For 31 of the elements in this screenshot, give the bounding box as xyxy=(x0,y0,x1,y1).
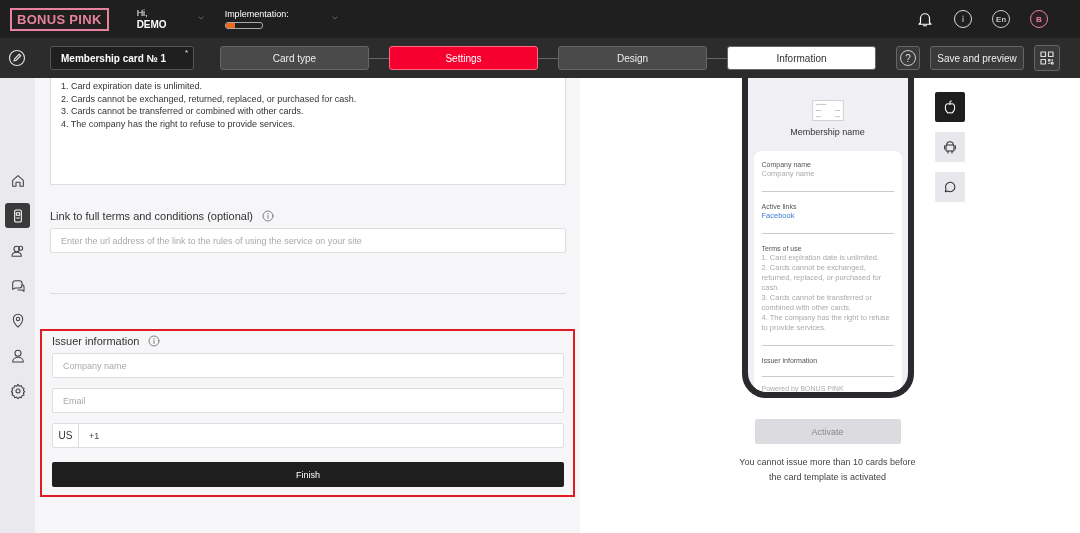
issuer-label: Issuer information xyxy=(52,335,140,347)
avatar[interactable]: B xyxy=(1030,10,1048,28)
step-tab[interactable]: Settings xyxy=(389,46,538,70)
terms-field[interactable]: 1. Card expiration date is unlimited. 2. Cards cannot be exchanged, returned, replaced, or purchased for cash. 3. Cards cannot be transferred or combined with other cards. 4. The company has the right to refuse to provide services. xyxy=(50,78,566,185)
card-icon[interactable] xyxy=(5,203,30,228)
user-name: DEMO xyxy=(136,19,167,31)
required-mark: * xyxy=(184,48,188,57)
card-thumbnail-icon xyxy=(809,100,846,121)
apple-icon[interactable] xyxy=(935,92,965,122)
edit-icon[interactable] xyxy=(8,49,26,67)
activation-note: You cannot issue more than 10 cards before the card template is activated xyxy=(738,456,917,484)
step-tab[interactable]: Design xyxy=(558,46,707,70)
greeting: Hi, xyxy=(136,7,149,19)
logo[interactable]: BONUS PINK xyxy=(10,7,109,31)
save-preview-button[interactable]: Save and preview xyxy=(930,46,1024,70)
phone-input[interactable]: US +1 xyxy=(52,423,564,448)
phone-value: +1 xyxy=(88,430,100,441)
step-tab[interactable]: Information xyxy=(727,46,876,70)
country-code[interactable]: US xyxy=(53,424,79,447)
help-button[interactable]: ? xyxy=(896,46,920,70)
link-label: Link to full terms and conditions (optional) xyxy=(50,210,253,222)
bell-icon[interactable] xyxy=(916,10,934,28)
progress-bar xyxy=(224,22,263,29)
android-icon[interactable] xyxy=(935,132,965,162)
card-name-field[interactable]: Membership card № 1 * xyxy=(50,46,194,70)
chat-icon[interactable] xyxy=(935,172,965,202)
step-tab[interactable]: Card type xyxy=(220,46,369,70)
finish-button[interactable]: Finish xyxy=(52,462,564,487)
qr-code-icon[interactable] xyxy=(1034,45,1060,71)
membership-name: Membership name xyxy=(790,127,865,137)
implementation-label: Implementation: xyxy=(224,9,289,19)
